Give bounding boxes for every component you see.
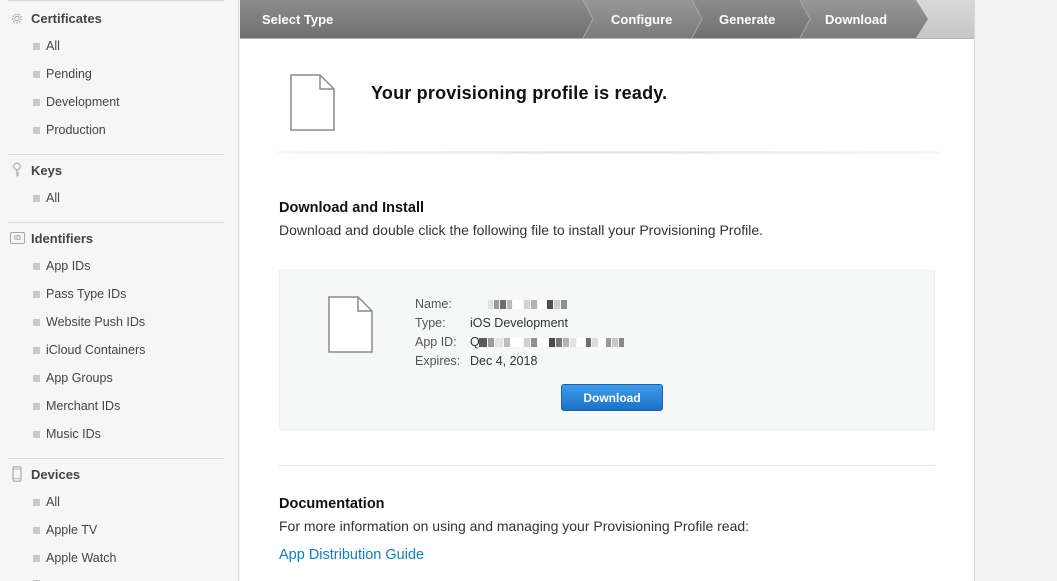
section-keys[interactable]: Keys bbox=[0, 160, 238, 180]
sidebar-item-label: Development bbox=[46, 95, 120, 109]
sidebar-item-merchant-ids[interactable]: Merchant IDs bbox=[33, 397, 120, 415]
document-icon bbox=[290, 74, 335, 136]
sidebar-item-label: Website Push IDs bbox=[46, 315, 146, 329]
section-devices-label: Devices bbox=[31, 466, 81, 482]
profile-expires-label: Expires: bbox=[415, 354, 461, 368]
sidebar-item-app-groups[interactable]: App Groups bbox=[33, 369, 113, 387]
profile-expires-value: Dec 4, 2018 bbox=[470, 354, 538, 368]
sidebar-item-development[interactable]: Development bbox=[33, 93, 120, 111]
bullet-icon bbox=[33, 498, 40, 506]
page-background bbox=[976, 0, 1057, 581]
section-identifiers-label: Identifiers bbox=[31, 230, 94, 246]
sidebar-item-label: Apple TV bbox=[46, 523, 98, 537]
sidebar-item-apple-tv[interactable]: Apple TV bbox=[33, 521, 97, 539]
sidebar-item-production[interactable]: Production bbox=[33, 121, 106, 139]
bullet-icon bbox=[33, 70, 40, 78]
bullet-icon bbox=[33, 290, 40, 298]
documentation-description: For more information on using and managi… bbox=[279, 518, 750, 534]
section-devices[interactable]: Devices bbox=[0, 464, 238, 484]
bullet-icon bbox=[33, 346, 40, 354]
sidebar-item-label: Pending bbox=[46, 67, 92, 81]
profile-card: Name: Type: iOS Development App ID: Q Ex… bbox=[279, 270, 935, 430]
step-configure: Configure bbox=[611, 11, 673, 27]
section-keys-label: Keys bbox=[31, 162, 63, 178]
bullet-icon bbox=[33, 318, 40, 326]
profile-name-label: Name: bbox=[415, 297, 452, 311]
page-title: Your provisioning profile is ready. bbox=[371, 83, 668, 103]
bullet-icon bbox=[33, 554, 40, 562]
sidebar-item-label: All bbox=[46, 495, 60, 509]
sidebar-item-label: iCloud Containers bbox=[46, 343, 146, 357]
profile-file-icon bbox=[328, 296, 373, 358]
header-divider bbox=[278, 151, 940, 154]
documentation-heading: Documentation bbox=[279, 496, 385, 512]
key-icon bbox=[10, 162, 24, 177]
section-divider bbox=[279, 465, 935, 466]
step-download: Download bbox=[825, 11, 888, 27]
sidebar: Certificates All Pending Development Pro… bbox=[0, 0, 239, 581]
bullet-icon bbox=[33, 42, 40, 50]
app-distribution-guide-link[interactable]: App Distribution Guide bbox=[279, 547, 424, 563]
bullet-icon bbox=[33, 262, 40, 270]
sidebar-item-certificates-all[interactable]: All bbox=[33, 37, 60, 55]
bullet-icon bbox=[33, 194, 40, 202]
certificate-gear-icon bbox=[10, 11, 24, 25]
profile-type-label: Type: bbox=[415, 316, 446, 330]
sidebar-item-label: App IDs bbox=[46, 259, 91, 273]
sidebar-divider bbox=[8, 458, 224, 459]
download-install-description: Download and double click the following … bbox=[279, 222, 764, 238]
sidebar-item-apple-watch[interactable]: Apple Watch bbox=[33, 549, 116, 567]
sidebar-item-website-push-ids[interactable]: Website Push IDs bbox=[33, 313, 145, 331]
download-button[interactable]: Download bbox=[561, 384, 663, 411]
sidebar-item-pass-type-ids[interactable]: Pass Type IDs bbox=[33, 285, 126, 303]
sidebar-item-more[interactable] bbox=[33, 574, 46, 581]
id-badge-icon: ID bbox=[10, 232, 25, 244]
profile-type-value: iOS Development bbox=[470, 316, 568, 330]
sidebar-item-label: App Groups bbox=[46, 371, 113, 385]
section-certificates-label: Certificates bbox=[31, 10, 102, 26]
bullet-icon bbox=[33, 98, 40, 106]
step-progress-bar: Select Type Configure Generate Download bbox=[240, 0, 974, 39]
profile-appid-label: App ID: bbox=[415, 335, 457, 349]
sidebar-item-music-ids[interactable]: Music IDs bbox=[33, 425, 101, 443]
bullet-icon bbox=[33, 126, 40, 134]
redacted-app-id bbox=[479, 338, 625, 347]
sidebar-item-label: Merchant IDs bbox=[46, 399, 121, 413]
sidebar-item-label: All bbox=[46, 39, 60, 53]
sidebar-item-label: Music IDs bbox=[46, 427, 101, 441]
sidebar-item-keys-all[interactable]: All bbox=[33, 189, 60, 207]
step-generate: Generate bbox=[719, 11, 776, 27]
sidebar-divider bbox=[8, 0, 224, 1]
sidebar-item-label: All bbox=[46, 191, 60, 205]
bullet-icon bbox=[33, 526, 40, 534]
bullet-icon bbox=[33, 402, 40, 410]
sidebar-item-pending[interactable]: Pending bbox=[33, 65, 92, 83]
sidebar-item-icloud-containers[interactable]: iCloud Containers bbox=[33, 341, 145, 359]
sidebar-item-label: Pass Type IDs bbox=[46, 287, 127, 301]
bullet-icon bbox=[33, 374, 40, 382]
bullet-icon bbox=[33, 430, 40, 438]
sidebar-item-app-ids[interactable]: App IDs bbox=[33, 257, 90, 275]
sidebar-item-label: Apple Watch bbox=[46, 551, 117, 565]
redacted-name bbox=[488, 300, 568, 309]
phone-icon bbox=[10, 466, 24, 482]
sidebar-divider bbox=[8, 222, 224, 223]
section-identifiers[interactable]: ID Identifiers bbox=[0, 228, 238, 248]
sidebar-divider bbox=[8, 154, 224, 155]
main-panel: Select Type Configure Generate Download … bbox=[240, 0, 975, 581]
sidebar-item-label: Production bbox=[46, 123, 106, 137]
download-install-heading: Download and Install bbox=[279, 200, 425, 216]
sidebar-item-devices-all[interactable]: All bbox=[33, 493, 60, 511]
section-certificates[interactable]: Certificates bbox=[0, 8, 238, 28]
step-select-type: Select Type bbox=[262, 11, 334, 27]
